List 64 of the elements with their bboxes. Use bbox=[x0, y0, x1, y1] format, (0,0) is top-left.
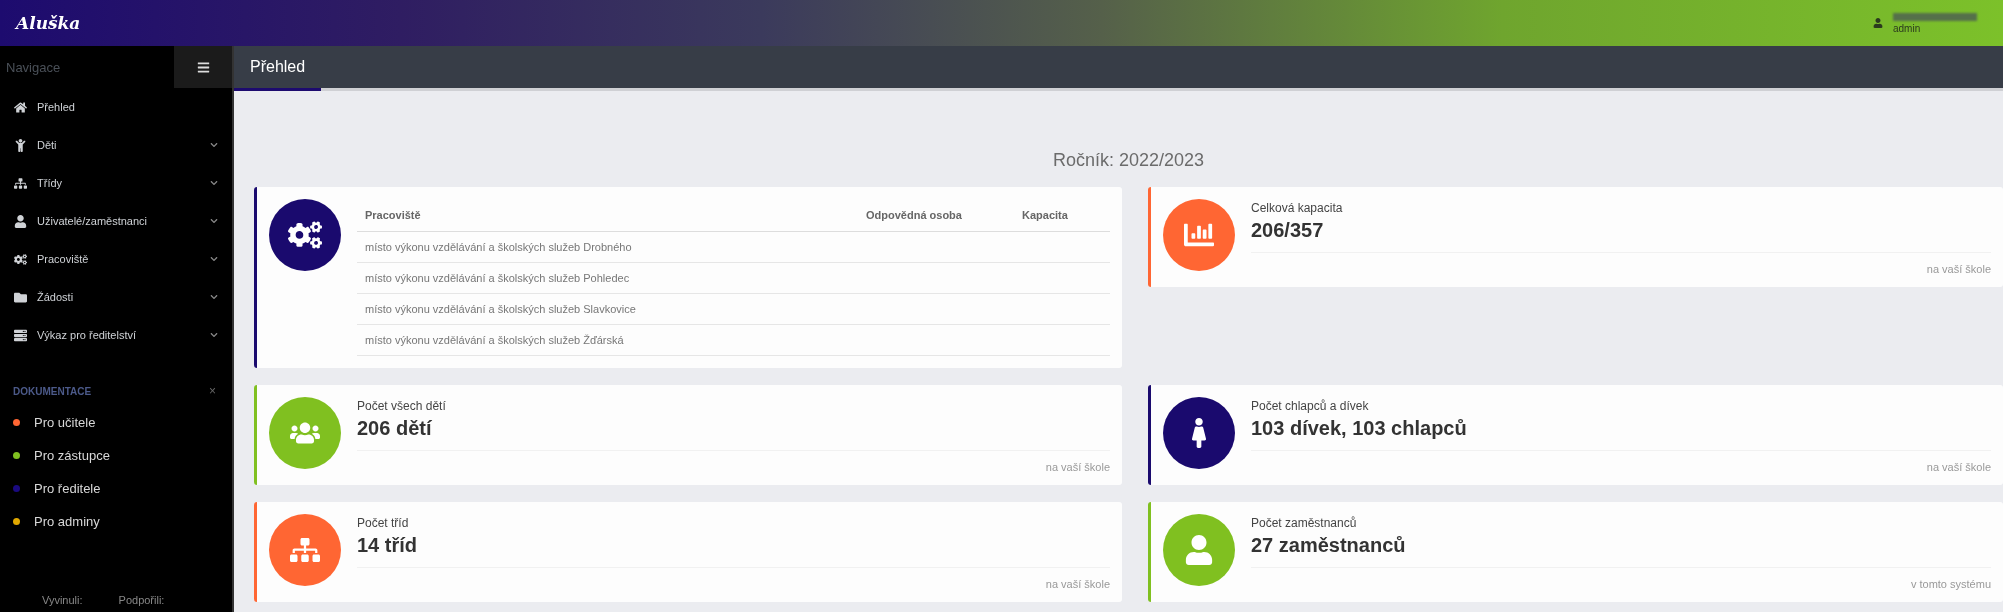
stat-note: v tomto systému bbox=[1909, 578, 1991, 590]
doc-link-label: Pro zástupce bbox=[34, 448, 110, 463]
sidebar-item[interactable]: Žádosti bbox=[0, 278, 232, 316]
user-role: admin bbox=[1893, 22, 1922, 34]
chevron-icon bbox=[210, 217, 218, 225]
sidebar-item[interactable]: Třídy bbox=[0, 164, 232, 202]
sidebar-item[interactable]: Uživatelé/zaměstnanci bbox=[0, 202, 232, 240]
user-icon bbox=[1184, 535, 1214, 565]
column-header: Kapacita bbox=[1014, 199, 1110, 232]
chevron-icon bbox=[210, 293, 218, 301]
doc-link[interactable]: Pro adminy bbox=[0, 505, 232, 538]
doc-link-label: Pro ředitele bbox=[34, 481, 101, 496]
section-title: DOKUMENTACE bbox=[13, 385, 92, 397]
sidebar-item[interactable]: Pracoviště bbox=[0, 240, 232, 278]
column-header: Odpovědná osoba bbox=[858, 199, 1014, 232]
stat-value: 27 zaměstnanců bbox=[1251, 534, 1991, 568]
chevron-icon bbox=[210, 255, 218, 263]
folder-icon bbox=[14, 290, 27, 304]
menu-button[interactable] bbox=[174, 46, 232, 88]
chevron-icon bbox=[210, 141, 218, 149]
sidebar-item[interactable]: Výkaz pro ředitelství bbox=[0, 316, 232, 354]
stat-label: Počet všech dětí bbox=[357, 399, 447, 413]
sidebar-item[interactable]: Přehled bbox=[0, 88, 232, 126]
table-cell: místo výkonu vzdělávání a školských služeb Žďárská bbox=[357, 324, 858, 356]
stat-label: Počet tříd bbox=[357, 516, 410, 530]
page-title: Ročník: 2022/2023 bbox=[1051, 149, 1206, 172]
logo[interactable]: Aluška bbox=[16, 13, 81, 33]
doc-link-label: Pro adminy bbox=[34, 514, 100, 529]
person-icon bbox=[14, 138, 27, 152]
sidebar-title: Navigace bbox=[5, 59, 61, 75]
footer-label: Podpořili: bbox=[118, 594, 165, 606]
doc-link[interactable]: Pro zástupce bbox=[0, 439, 232, 472]
doc-link-label: Pro učitele bbox=[34, 415, 96, 430]
stat-note: na vaší škole bbox=[1044, 578, 1110, 590]
stat-label: Celková kapacita bbox=[1251, 201, 1344, 215]
chevron-icon bbox=[210, 179, 218, 187]
chevron-icon bbox=[210, 331, 218, 339]
table-cell: místo výkonu vzdělávání a školských služeb Drobného bbox=[357, 231, 858, 263]
user-icon bbox=[14, 214, 27, 228]
home-icon bbox=[14, 100, 27, 114]
tab[interactable]: Přehled bbox=[234, 46, 322, 91]
doc-link[interactable]: Pro učitele bbox=[0, 406, 232, 439]
stat-label: Počet zaměstnanců bbox=[1251, 516, 1358, 530]
stat-value: 14 tříd bbox=[357, 534, 1110, 568]
stat-label: Počet chlapců a dívek bbox=[1251, 399, 1370, 413]
list-icon bbox=[14, 328, 27, 342]
hierarchy-icon bbox=[14, 176, 27, 190]
stat-note: na vaší škole bbox=[1925, 263, 1991, 275]
footer-label: Vyvinuli: bbox=[42, 594, 83, 606]
user-icon bbox=[1873, 18, 1883, 28]
stat-value: 206 dětí bbox=[357, 417, 1110, 451]
doc-link[interactable]: Pro ředitele bbox=[0, 472, 232, 505]
stat-note: na vaší škole bbox=[1044, 461, 1110, 473]
table-cell: místo výkonu vzdělávání a školských služeb Pohledec bbox=[357, 262, 858, 294]
hierarchy-icon bbox=[290, 535, 320, 565]
gears-icon bbox=[14, 252, 27, 266]
table-cell: místo výkonu vzdělávání a školských služeb Slavkovice bbox=[357, 293, 858, 325]
stat-note: na vaší škole bbox=[1925, 461, 1991, 473]
sidebar-item[interactable]: Děti bbox=[0, 126, 232, 164]
stat-value: 103 dívek, 103 chlapců bbox=[1251, 417, 1991, 451]
stat-value: 206/357 bbox=[1251, 219, 1991, 253]
close-button[interactable]: × bbox=[209, 384, 216, 398]
menu-icon bbox=[196, 60, 210, 74]
column-header: Pracoviště bbox=[357, 199, 858, 232]
